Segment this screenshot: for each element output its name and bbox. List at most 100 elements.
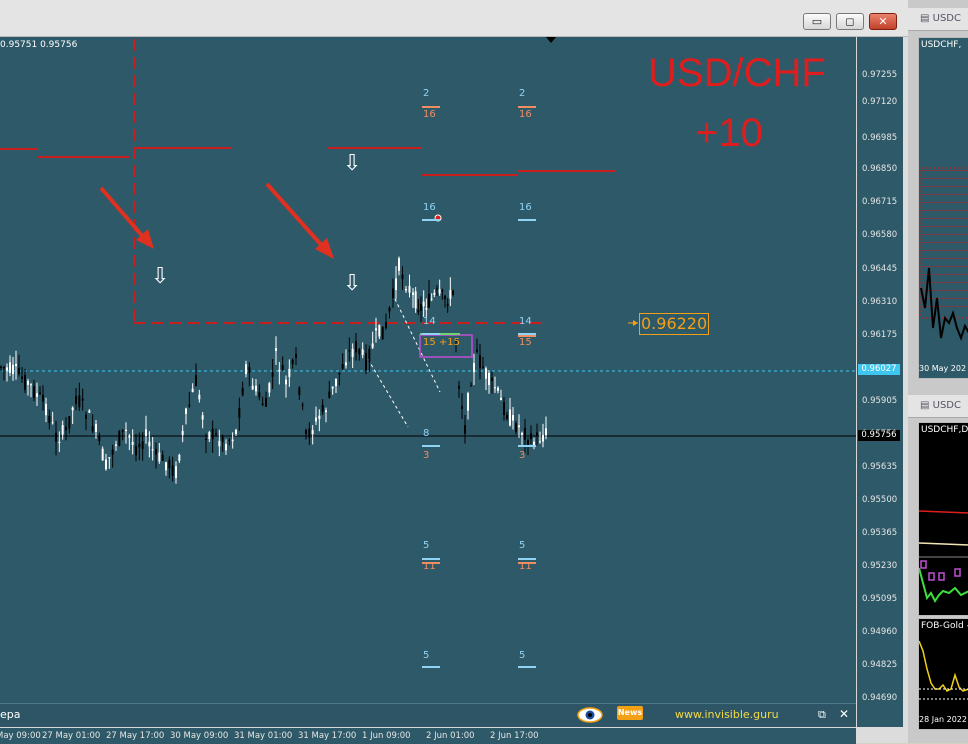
price-axis-label: 0.96850: [862, 164, 898, 174]
window-title-bar[interactable]: ▭ ◻ ✕: [0, 0, 908, 37]
candle-body: [405, 289, 407, 291]
candle-body: [111, 449, 114, 455]
candle-body: [298, 387, 301, 395]
close-icon: ✕: [878, 15, 888, 28]
candle-body: [491, 377, 493, 382]
candle-body: [436, 288, 438, 290]
price-axis-label: 0.96580: [862, 230, 898, 240]
minimize-button[interactable]: ▭: [803, 13, 831, 30]
price-axis[interactable]: 0.97255 0.97120 0.96985 0.96850 0.96715 0.965…: [856, 37, 903, 727]
candle-body: [15, 363, 17, 367]
candle-body: [145, 429, 147, 436]
candle-body: [168, 459, 171, 469]
candle-body: [42, 394, 44, 402]
side-chart-2[interactable]: USDCHF,D: [918, 422, 968, 616]
price-axis-label: 0.95365: [862, 528, 898, 538]
candle-body: [88, 410, 91, 413]
candle-body: [135, 446, 137, 456]
candle-body: [138, 443, 141, 448]
candle-body: [524, 427, 526, 440]
chart-shift-marker-icon: [546, 37, 556, 43]
candle-body: [425, 308, 428, 310]
level-label: 14: [423, 316, 436, 327]
candle-body: [321, 404, 324, 412]
entry-zone-label: 15 +15: [423, 337, 461, 348]
level-label: 5: [519, 540, 526, 551]
minimize-icon: ▭: [811, 15, 823, 28]
candle-body: [385, 322, 387, 329]
candle-body: [27, 380, 29, 385]
candle-body: [68, 416, 71, 429]
candle-body: [241, 387, 244, 396]
candle-body: [125, 429, 127, 431]
candle-body: [30, 384, 32, 386]
candle-body: [381, 326, 384, 340]
maximize-button[interactable]: ◻: [836, 13, 864, 30]
candle-body: [275, 348, 277, 352]
level-label: 11: [423, 561, 436, 572]
candle-body: [545, 428, 547, 436]
candle-body: [368, 348, 371, 362]
red-pointer-arrow-1: [99, 186, 154, 249]
chart-header-prices: 0.95751 0.95756: [0, 40, 78, 50]
candle-body: [65, 426, 67, 431]
sell-zone-lines: [0, 39, 616, 324]
candle-body: [141, 441, 144, 450]
close-panel-icon[interactable]: ✕: [839, 707, 849, 721]
candle-body: [101, 448, 104, 461]
level-label: 16: [519, 202, 532, 213]
candle-body: [255, 385, 257, 392]
profit-overlay-text: +10: [695, 111, 763, 155]
price-chart[interactable]: 0.95751 0.95756 USD/CHF +10 ⇩ ⇩ ⇩ 0.9622…: [0, 37, 856, 727]
candle-body: [301, 404, 304, 406]
candle-body: [308, 428, 311, 438]
candle-body: [311, 430, 314, 435]
time-axis[interactable]: May 09:00 27 May 01:00 27 May 17:00 30 May …: [0, 727, 856, 744]
time-axis-label: 31 May 17:00: [298, 731, 357, 741]
candle-body: [295, 354, 297, 358]
candle-body: [338, 372, 341, 375]
candle-body: [331, 386, 334, 389]
restore-panel-icon[interactable]: ⧉: [818, 708, 826, 722]
candle-body: [131, 441, 134, 445]
level-label: 5: [423, 540, 430, 551]
side-window-title-text: USDC: [932, 13, 961, 24]
side-chart-1-date: 30 May 202: [919, 364, 968, 378]
news-icon[interactable]: News: [617, 706, 643, 720]
candle-body: [258, 392, 261, 398]
arrow-down-icon: ⇩: [343, 271, 362, 296]
price-axis-label: 0.95635: [862, 462, 898, 472]
price-axis-label: 0.96985: [862, 133, 898, 143]
candle-body: [55, 432, 57, 442]
candle-body: [497, 387, 499, 391]
candle-body: [215, 432, 217, 435]
site-link[interactable]: www.invisible.guru: [675, 708, 779, 721]
candle-body: [218, 440, 221, 447]
candle-body: [401, 274, 404, 280]
candle-body: [158, 452, 161, 462]
candle-body: [408, 285, 411, 293]
eye-icon[interactable]: [577, 706, 603, 724]
candle-body: [521, 432, 523, 435]
time-axis-label: 1 Jun 09:00: [362, 731, 411, 741]
candle-body: [438, 289, 441, 294]
price-axis-label: 0.96715: [862, 197, 898, 207]
side-chart-1[interactable]: USDCHF, 30 May 202: [918, 37, 968, 379]
candle-body: [375, 328, 377, 331]
side-chart-3[interactable]: FOB-Gold - 28 Jan 2022: [918, 618, 968, 730]
candle-body: [335, 378, 337, 387]
side-window-title-2[interactable]: ▤ USDC: [908, 395, 968, 418]
candle-body: [85, 414, 87, 419]
candle-body: [181, 430, 184, 436]
candle-body: [235, 429, 237, 434]
candle-body: [151, 449, 154, 451]
side-window-title-1[interactable]: ▤ USDC: [908, 8, 968, 31]
candle-body: [58, 441, 61, 444]
candle-body: [395, 278, 397, 291]
price-axis-label: 0.94690: [862, 693, 898, 703]
price-axis-label: 0.95230: [862, 561, 898, 571]
close-button[interactable]: ✕: [869, 13, 897, 30]
level-label: 16: [423, 109, 436, 120]
candle-body: [281, 365, 284, 371]
candle-body: [288, 368, 291, 378]
